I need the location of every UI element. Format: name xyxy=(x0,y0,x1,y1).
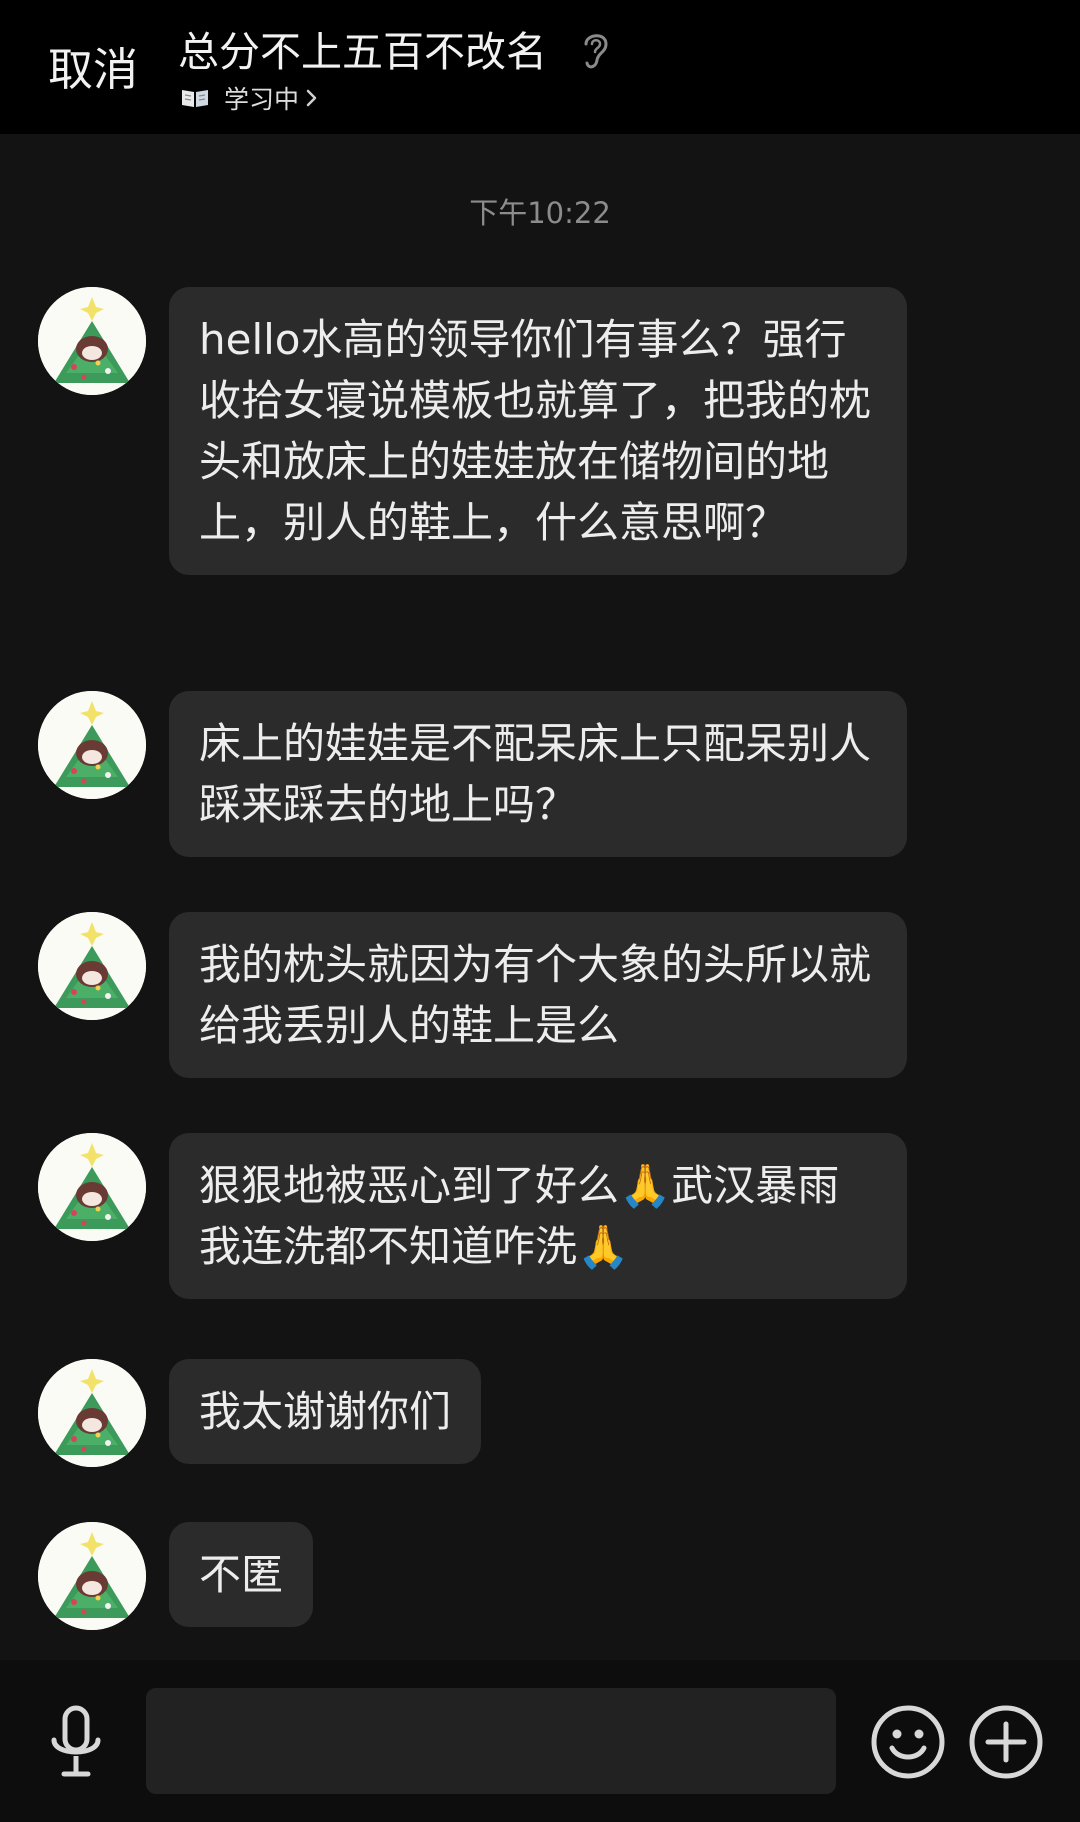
composer-bar xyxy=(0,1660,1080,1822)
avatar[interactable] xyxy=(38,1359,146,1467)
message-bubble[interactable]: hello水高的领导你们有事么？强行收拾女寝说模板也就算了，把我的枕头和放床上的… xyxy=(169,287,907,575)
avatar-image xyxy=(38,912,146,1020)
avatar[interactable] xyxy=(38,1522,146,1630)
message-bubble[interactable]: 我的枕头就因为有个大象的头所以就给我丢别人的鞋上是么 xyxy=(169,912,907,1078)
avatar[interactable] xyxy=(38,287,146,395)
avatar-image xyxy=(38,1359,146,1467)
message-input[interactable] xyxy=(146,1688,836,1794)
message-bubble[interactable]: 床上的娃娃是不配呆床上只配呆别人踩来踩去的地上吗？ xyxy=(169,691,907,857)
avatar-image xyxy=(38,1522,146,1630)
message-bubble[interactable]: 不匿 xyxy=(169,1522,314,1627)
cancel-button[interactable]: 取消 xyxy=(48,40,138,100)
avatar-image xyxy=(38,1133,146,1241)
chevron-right-icon xyxy=(306,89,317,107)
avatar[interactable] xyxy=(38,912,146,1020)
message-bubble[interactable]: 我太谢谢你们 xyxy=(169,1359,482,1464)
avatar[interactable] xyxy=(38,1133,146,1241)
avatar[interactable] xyxy=(38,691,146,799)
emoji-icon[interactable] xyxy=(870,1704,946,1780)
avatar-image xyxy=(38,691,146,799)
ear-icon[interactable] xyxy=(578,28,612,72)
message-timestamp: 下午10:22 xyxy=(469,196,611,230)
status-label: 学习中 xyxy=(224,85,300,114)
plus-icon[interactable] xyxy=(968,1704,1044,1780)
chat-title[interactable]: 总分不上五百不改名 xyxy=(178,24,547,80)
status-indicator[interactable]: 学习中 xyxy=(180,80,319,116)
book-icon xyxy=(182,90,208,107)
avatar-image xyxy=(38,287,146,395)
message-bubble[interactable]: 狠狠地被恶心到了好么🙏武汉暴雨我连洗都不知道咋洗🙏 xyxy=(169,1133,907,1299)
microphone-icon[interactable] xyxy=(46,1704,106,1784)
chat-header: 取消 总分不上五百不改名 学习中 xyxy=(0,0,1080,134)
